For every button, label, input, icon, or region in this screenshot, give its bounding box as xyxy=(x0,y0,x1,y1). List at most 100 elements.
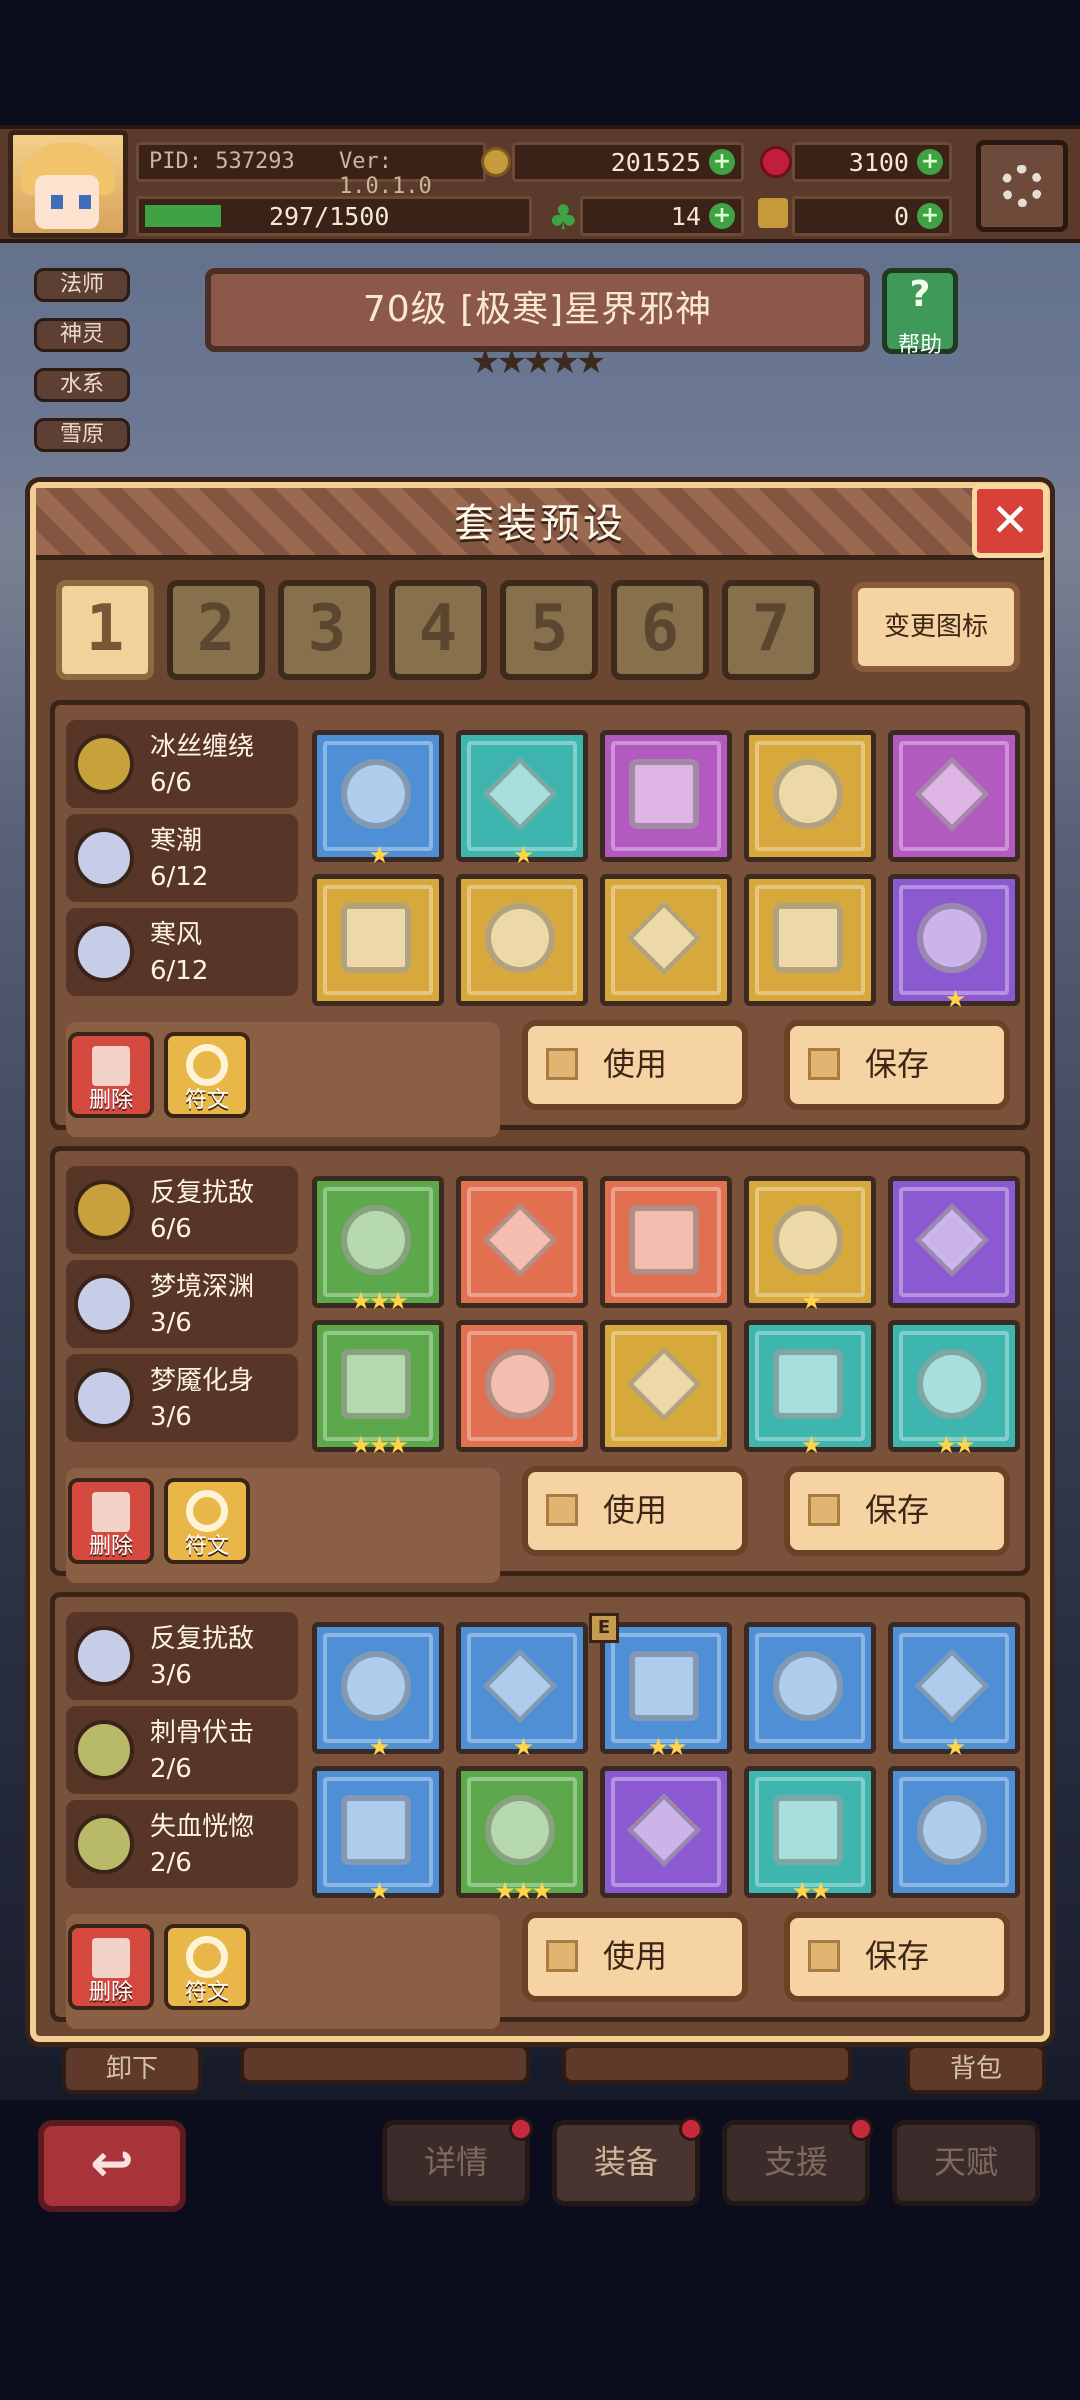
equip-slot[interactable]: ★ xyxy=(312,1622,444,1759)
preset-tab-5[interactable]: 5 xyxy=(500,580,598,680)
save-preset-button[interactable]: 保存 xyxy=(784,1466,1010,1556)
save-preset-button[interactable]: 保存 xyxy=(784,1020,1010,1110)
equip-slot[interactable] xyxy=(888,1766,1020,1898)
preset-tab-4[interactable]: 4 xyxy=(389,580,487,680)
tab-equip[interactable]: 装备 xyxy=(552,2117,703,2206)
set-emblem-icon xyxy=(74,1180,134,1240)
bag-button[interactable]: 背包 xyxy=(906,2044,1046,2094)
rune-button[interactable]: 符文 xyxy=(164,1478,250,1564)
star-rating: ★ xyxy=(944,1733,967,1761)
equip-slot[interactable]: ★★★ xyxy=(312,1320,444,1457)
use-preset-button[interactable]: 使用 xyxy=(522,1912,748,2002)
swap-icon xyxy=(186,1490,228,1532)
star-rating: ★★ xyxy=(935,1431,975,1459)
key-icon xyxy=(758,198,788,228)
equip-slot[interactable] xyxy=(600,874,732,1006)
equip-slot[interactable] xyxy=(744,730,876,862)
close-icon: ✕ xyxy=(990,493,1030,547)
equip-slot[interactable] xyxy=(312,874,444,1006)
boss-stars: ★★★★★ xyxy=(470,342,606,382)
star-rating: ★ xyxy=(368,1877,391,1905)
preset-tab-number: 3 xyxy=(307,592,347,666)
add-gold-icon[interactable]: + xyxy=(709,149,735,175)
equip-slot[interactable]: ★ xyxy=(744,1320,876,1457)
unequip-button[interactable]: 卸下 xyxy=(62,2044,202,2094)
checkbox-icon xyxy=(546,1940,578,1972)
player-avatar[interactable] xyxy=(8,130,128,238)
add-gem-icon[interactable]: + xyxy=(917,149,943,175)
equip-slot[interactable]: ★ xyxy=(888,874,1020,1011)
red-gem-icon xyxy=(760,146,792,178)
equip-slot[interactable]: ★ xyxy=(888,1622,1020,1759)
set-bonus-row: 失血恍惚 2/6 xyxy=(66,1800,298,1888)
staff-icon xyxy=(341,759,411,829)
equip-slot[interactable] xyxy=(600,1766,732,1898)
equip-slot[interactable]: ★ xyxy=(312,730,444,867)
set-name: 反复扰敌 xyxy=(150,1178,255,1208)
ice-armor-icon xyxy=(485,903,555,973)
use-preset-button[interactable]: 使用 xyxy=(522,1020,748,1110)
tab-talent-label: 天赋 xyxy=(933,2143,998,2181)
tab-support[interactable]: 支援 xyxy=(722,2117,873,2206)
equip-slot[interactable]: ★★ E xyxy=(589,1613,732,1759)
tab-talent[interactable]: 天赋 xyxy=(892,2120,1040,2206)
equipped-badge: E xyxy=(589,1613,619,1643)
delete-button[interactable]: 删除 xyxy=(68,1924,154,2010)
set-count: 3/6 xyxy=(150,1308,192,1338)
use-preset-button[interactable]: 使用 xyxy=(522,1466,748,1556)
preset-tab-3[interactable]: 3 xyxy=(278,580,376,680)
set-bonus-row: 寒潮 6/12 xyxy=(66,814,298,902)
equip-slot[interactable] xyxy=(456,1320,588,1452)
tag-mage: 法师 xyxy=(34,268,130,302)
dialog-title: 套装预设 xyxy=(454,501,626,547)
equip-slot[interactable]: ★ xyxy=(744,1176,876,1313)
use-label: 使用 xyxy=(602,1937,667,1975)
delete-button[interactable]: 删除 xyxy=(68,1032,154,1118)
boss-title: 70级 [极寒]星界邪神 xyxy=(205,268,870,352)
back-arrow-icon: ↩ xyxy=(90,2134,134,2194)
delete-label: 删除 xyxy=(88,1980,133,2005)
back-button[interactable]: ↩ xyxy=(38,2120,186,2212)
set-count: 6/6 xyxy=(150,1214,192,1244)
settings-button[interactable] xyxy=(976,140,1068,232)
rune-button[interactable]: 符文 xyxy=(164,1924,250,2010)
save-preset-button[interactable]: 保存 xyxy=(784,1912,1010,2002)
equip-slot[interactable] xyxy=(888,730,1020,862)
preset-tab-2[interactable]: 2 xyxy=(167,580,265,680)
tab-detail-label: 详情 xyxy=(423,2143,488,2181)
equip-slot[interactable]: ★★★ xyxy=(456,1766,588,1903)
set-name: 梦境深渊 xyxy=(150,1272,255,1302)
checkbox-icon xyxy=(546,1048,578,1080)
delete-button[interactable]: 删除 xyxy=(68,1478,154,1564)
set-emblem-icon xyxy=(74,1368,134,1428)
add-clover-icon[interactable]: + xyxy=(709,203,735,229)
star-rating: ★ xyxy=(368,841,391,869)
equip-slot[interactable] xyxy=(744,874,876,1006)
equip-slot[interactable] xyxy=(888,1176,1020,1308)
equip-slot[interactable]: ★★ xyxy=(744,1766,876,1903)
equip-slot[interactable]: ★ xyxy=(312,1766,444,1903)
equip-slot[interactable] xyxy=(456,874,588,1006)
close-button[interactable]: ✕ xyxy=(972,484,1048,558)
equip-slot[interactable] xyxy=(600,730,732,862)
gem-amount: 3100 xyxy=(848,148,909,177)
add-key-icon[interactable]: + xyxy=(917,203,943,229)
delete-label: 删除 xyxy=(88,1534,133,1559)
preset-tab-1[interactable]: 1 xyxy=(56,580,154,680)
change-icon-button[interactable]: 变更图标 xyxy=(852,582,1020,672)
equip-slot[interactable] xyxy=(744,1622,876,1754)
preset-tab-7[interactable]: 7 xyxy=(722,580,820,680)
equip-slot[interactable]: ★ xyxy=(456,1622,588,1759)
preset-tab-6[interactable]: 6 xyxy=(611,580,709,680)
rune-button[interactable]: 符文 xyxy=(164,1032,250,1118)
equip-slot[interactable]: ★★★ xyxy=(312,1176,444,1313)
equip-slot[interactable] xyxy=(456,1176,588,1308)
equip-slot[interactable]: ★★ xyxy=(888,1320,1020,1457)
equip-slot[interactable]: ★ xyxy=(456,730,588,867)
equip-slot[interactable] xyxy=(600,1320,732,1452)
tab-detail[interactable]: 详情 xyxy=(382,2117,533,2206)
equip-slot[interactable] xyxy=(600,1176,732,1308)
help-button[interactable]: ? 帮助 xyxy=(882,268,958,358)
delete-label: 删除 xyxy=(88,1088,133,1113)
crystal-boots-icon xyxy=(917,1795,987,1865)
